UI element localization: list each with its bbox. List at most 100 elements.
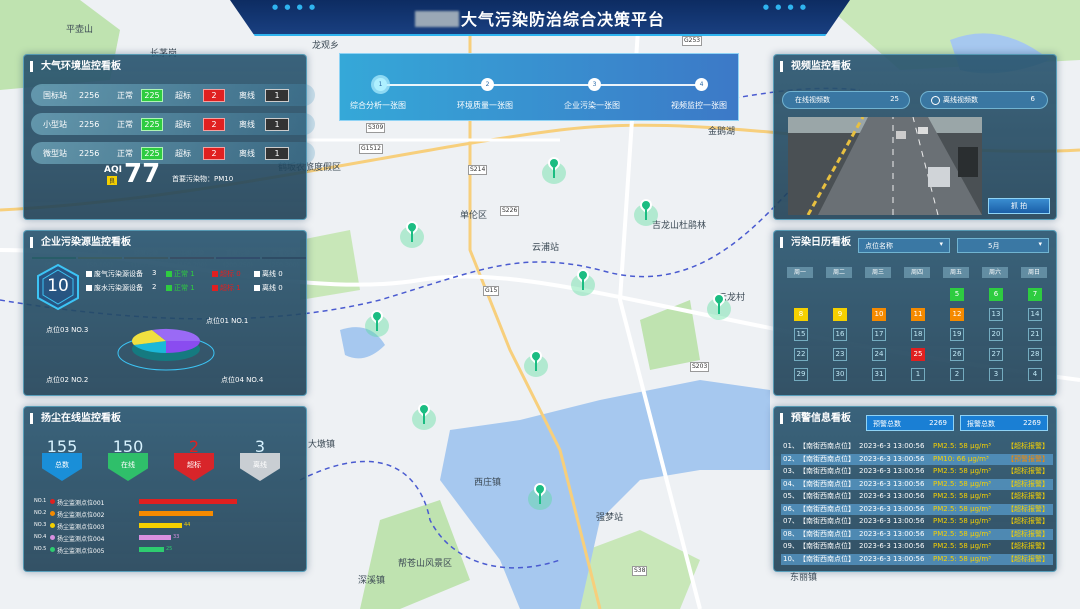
step-label[interactable]: 综合分析一张图 xyxy=(350,100,406,111)
offline-count-badge: 1 xyxy=(265,146,289,160)
step-label[interactable]: 企业污染一张图 xyxy=(564,100,620,111)
normal-label: 正常 xyxy=(117,90,133,100)
alert-row[interactable]: 05、 【南街西南点位】 2023-6-3 13:00:56 PM2.5: 58 μg… xyxy=(781,491,1053,502)
monitor-point-marker[interactable] xyxy=(409,400,439,433)
alert-row[interactable]: 07、 【南街西南点位】 2023-6-3 13:00:56 PM2.5: 58 μg… xyxy=(781,516,1053,527)
monitor-point-marker[interactable] xyxy=(704,290,734,323)
calendar-day[interactable]: 26 xyxy=(950,348,964,361)
alert-time: 2023-6-3 13:00:56 xyxy=(859,542,925,550)
calendar-day[interactable]: 24 xyxy=(872,348,886,361)
calendar-day[interactable]: 3 xyxy=(989,368,1003,381)
calendar-day[interactable]: 4 xyxy=(1028,368,1042,381)
chevron-down-icon: ▾ xyxy=(1038,240,1042,248)
calendar-day[interactable]: 31 xyxy=(872,368,886,381)
alert-row[interactable]: 06、 【南街西南点位】 2023-6-3 13:00:56 PM2.5: 58 μg… xyxy=(781,503,1053,515)
step-dot[interactable]: 3 xyxy=(588,78,601,91)
alert-row[interactable]: 04、 【南街西南点位】 2023-6-3 13:00:56 PM2.5: 58 μg… xyxy=(781,478,1053,490)
monitor-point-marker[interactable] xyxy=(521,347,551,380)
map-place-label: 深溪镇 xyxy=(358,576,386,586)
calendar-day[interactable]: 1 xyxy=(911,368,925,381)
alert-number: 02、 xyxy=(783,454,799,463)
step-dot[interactable]: 4 xyxy=(695,78,708,91)
calendar-day[interactable]: 29 xyxy=(794,368,808,381)
normal-label: 正常 xyxy=(117,119,133,129)
alert-status: 【超标报警】 xyxy=(1007,554,1049,563)
calendar-day[interactable]: 15 xyxy=(794,328,808,341)
source-count: 2 xyxy=(152,283,157,291)
panel-title: 大气环境监控看板 xyxy=(30,61,121,72)
offline-count: 离线 0 xyxy=(262,270,283,278)
stat-label: 超标 xyxy=(187,461,201,469)
map-place-label: 金鹅湖 xyxy=(708,127,736,137)
alert-value: PM2.5: 58 μg/m³ xyxy=(933,517,991,525)
traffic-camera-feed[interactable] xyxy=(788,117,982,215)
step-label[interactable]: 环境质量一张图 xyxy=(457,100,513,111)
calendar-day[interactable]: 14 xyxy=(1028,308,1042,321)
calendar-day[interactable]: 7 xyxy=(1028,288,1042,301)
calendar-day[interactable]: 19 xyxy=(950,328,964,341)
alert-row[interactable]: 10、 【南街西南点位】 2023-6-3 13:00:56 PM2.5: 58 μg… xyxy=(781,553,1053,565)
square-icon xyxy=(212,271,218,277)
alert-place: 【南街西南点位】 xyxy=(799,504,855,513)
capture-button[interactable]: 抓 拍 xyxy=(988,198,1050,214)
calendar-day[interactable]: 17 xyxy=(872,328,886,341)
over-count-badge: 2 xyxy=(203,88,225,102)
alert-place: 【南街西南点位】 xyxy=(799,542,855,550)
map-place-label: 龙观乡 xyxy=(312,41,340,51)
calendar-day[interactable]: 5 xyxy=(950,288,964,301)
enterprise-monitor-panel: 企业污染源监控看板 10 废气污染源设备 3 正常 1 超标 0 离线 0 废水污染源设备… xyxy=(23,230,307,396)
square-icon xyxy=(254,285,260,291)
rank-dot-icon xyxy=(50,511,55,516)
calendar-day[interactable]: 8 xyxy=(794,308,808,321)
step-label[interactable]: 视频监控一张图 xyxy=(671,100,727,111)
calendar-day[interactable]: 18 xyxy=(911,328,925,341)
alert-time: 2023-6-3 13:00:56 xyxy=(859,529,925,538)
calendar-day[interactable]: 27 xyxy=(989,348,1003,361)
alert-status: 【超标报警】 xyxy=(1007,504,1049,513)
calendar-day[interactable]: 23 xyxy=(833,348,847,361)
calendar-day[interactable]: 2 xyxy=(950,368,964,381)
calendar-day[interactable]: 22 xyxy=(794,348,808,361)
monitor-point-marker[interactable] xyxy=(397,218,427,251)
dust-monitor-panel: 扬尘在线监控看板 155 总数 150 在线 2 超标 3 离线 NO.1 扬尘监测点位001 N… xyxy=(23,406,307,572)
alert-row[interactable]: 02、 【南街西南点位】 2023-6-3 13:00:56 PM10: 66 μg/… xyxy=(781,453,1053,465)
rank-name: 扬尘监测点位005 xyxy=(57,548,105,555)
calendar-day[interactable]: 12 xyxy=(950,308,964,321)
monitor-point-marker[interactable] xyxy=(631,196,661,229)
stat-label: 在线 xyxy=(121,461,135,469)
station-count: 2256 xyxy=(79,90,100,100)
primary-pollutant: 首要污染物：PM10 xyxy=(172,175,234,183)
point-select[interactable]: 点位名称 ▾ xyxy=(858,238,950,253)
calendar-day[interactable]: 9 xyxy=(833,308,847,321)
calendar-day[interactable]: 25 xyxy=(911,348,925,361)
alert-place: 【南街西南点位】 xyxy=(799,529,855,538)
step-dot[interactable]: 2 xyxy=(481,78,494,91)
square-icon xyxy=(166,285,172,291)
alert-row[interactable]: 08、 【南街西南点位】 2023-6-3 13:00:56 PM2.5: 58 μg… xyxy=(781,528,1053,540)
monitor-point-marker[interactable] xyxy=(525,480,555,513)
step-dot[interactable]: 1 xyxy=(374,78,387,91)
calendar-day[interactable]: 28 xyxy=(1028,348,1042,361)
alert-row[interactable]: 01、 【南街西南点位】 2023-6-3 13:00:56 PM2.5: 58 μg… xyxy=(781,441,1053,452)
calendar-day[interactable]: 21 xyxy=(1028,328,1042,341)
rank-number: NO.5 xyxy=(34,546,47,552)
alert-row[interactable]: 09、 【南街西南点位】 2023-6-3 13:00:56 PM2.5: 58 μg… xyxy=(781,541,1053,552)
station-row: 国标站 2256 正常 225 超标 2 离线 1 xyxy=(31,84,315,106)
calendar-day[interactable]: 30 xyxy=(833,368,847,381)
calendar-day[interactable]: 6 xyxy=(989,288,1003,301)
calendar-day[interactable]: 20 xyxy=(989,328,1003,341)
alert-place: 【南街西南点位】 xyxy=(799,467,855,475)
monitor-point-marker[interactable] xyxy=(568,266,598,299)
monitor-point-marker[interactable] xyxy=(362,307,392,340)
alert-value: PM2.5: 58 μg/m³ xyxy=(933,492,991,500)
calendar-day[interactable]: 13 xyxy=(989,308,1003,321)
calendar-day[interactable]: 11 xyxy=(911,308,925,321)
point-label: 点位02 NO.2 xyxy=(46,376,89,384)
calendar-day[interactable]: 16 xyxy=(833,328,847,341)
alert-row[interactable]: 03、 【南街西南点位】 2023-6-3 13:00:56 PM2.5: 58 μg… xyxy=(781,466,1053,477)
rank-number: NO.4 xyxy=(34,534,47,540)
calendar-day[interactable]: 10 xyxy=(872,308,886,321)
monitor-point-marker[interactable] xyxy=(539,154,569,187)
alert-time: 2023-6-3 13:00:56 xyxy=(859,454,925,463)
month-select[interactable]: 5月 ▾ xyxy=(957,238,1049,253)
